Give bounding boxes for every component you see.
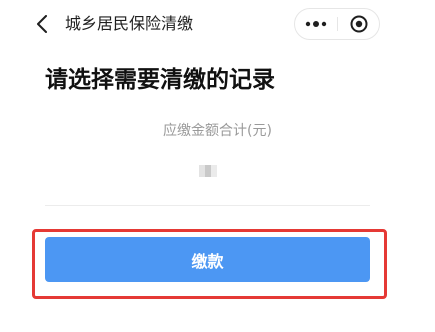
section-divider (45, 205, 370, 206)
close-mini-program-button[interactable] (338, 9, 379, 39)
more-menu-button[interactable] (295, 9, 337, 39)
top-navbar: 城乡居民保险清缴 (0, 0, 435, 48)
back-button[interactable] (30, 12, 54, 36)
target-close-icon (350, 15, 367, 33)
pay-button[interactable]: 缴款 (45, 237, 370, 282)
chevron-left-icon (37, 15, 47, 33)
masked-amount-value (199, 165, 217, 177)
nav-title: 城乡居民保险清缴 (65, 14, 194, 33)
amount-label: 应缴金额合计(元) (163, 123, 272, 139)
page-heading: 请选择需要清缴的记录 (45, 67, 275, 93)
mini-program-capsule (294, 8, 380, 40)
more-dots-icon (305, 21, 327, 27)
